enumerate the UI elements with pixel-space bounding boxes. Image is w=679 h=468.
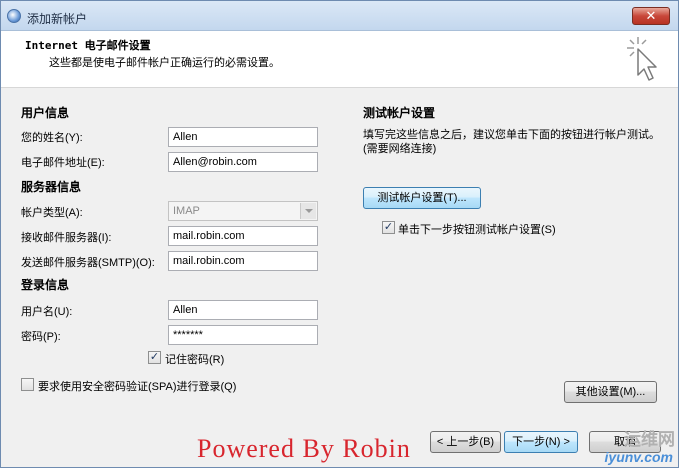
checkmark-icon: ✓ bbox=[383, 221, 394, 233]
user-info-heading: 用户信息 bbox=[21, 106, 70, 120]
incoming-server-input[interactable]: mail.robin.com bbox=[168, 226, 318, 246]
outgoing-server-input[interactable]: mail.robin.com bbox=[168, 251, 318, 271]
outlook-app-icon bbox=[7, 9, 21, 23]
next-button[interactable]: 下一步(N) > bbox=[504, 431, 578, 453]
account-type-select: IMAP bbox=[168, 201, 318, 221]
incoming-server-label: 接收邮件服务器(I): bbox=[21, 232, 112, 244]
header-title: Internet 电子邮件设置 bbox=[25, 39, 151, 52]
login-info-heading: 登录信息 bbox=[21, 278, 70, 292]
account-type-label: 帐户类型(A): bbox=[21, 207, 83, 219]
watermark-text: Powered By Robin bbox=[197, 434, 411, 463]
email-label: 电子邮件地址(E): bbox=[21, 157, 105, 169]
close-button[interactable]: ✕ bbox=[632, 7, 670, 25]
server-info-heading: 服务器信息 bbox=[21, 180, 82, 194]
checkmark-icon: ✓ bbox=[149, 351, 160, 363]
remember-password-checkbox[interactable]: ✓ bbox=[148, 351, 161, 364]
name-label: 您的姓名(Y): bbox=[21, 132, 83, 144]
username-label: 用户名(U): bbox=[21, 306, 73, 318]
test-settings-heading: 测试帐户设置 bbox=[363, 106, 436, 120]
password-input[interactable]: ******* bbox=[168, 325, 318, 345]
cursor-click-icon bbox=[627, 37, 657, 81]
site-logo-top: 运维网 bbox=[624, 430, 675, 449]
remember-password-label: 记住密码(R) bbox=[165, 354, 225, 366]
outgoing-server-label: 发送邮件服务器(SMTP)(O): bbox=[21, 257, 155, 269]
back-button[interactable]: < 上一步(B) bbox=[430, 431, 501, 453]
test-account-button[interactable]: 测试帐户设置(T)... bbox=[363, 187, 481, 209]
chevron-down-icon bbox=[300, 203, 316, 219]
auto-test-checkbox[interactable]: ✓ bbox=[382, 221, 395, 234]
email-input[interactable]: Allen@robin.com bbox=[168, 152, 318, 172]
add-account-dialog: 添加新帐户 ✕ Internet 电子邮件设置 这些都是使电子邮件帐户正确运行的… bbox=[0, 0, 679, 468]
title-bar: 添加新帐户 ✕ bbox=[1, 1, 678, 31]
username-input[interactable]: Allen bbox=[168, 300, 318, 320]
auto-test-label: 单击下一步按钮测试帐户设置(S) bbox=[398, 224, 556, 236]
spa-label: 要求使用安全密码验证(SPA)进行登录(Q) bbox=[38, 381, 237, 393]
test-settings-description: 填写完这些信息之后，建议您单击下面的按钮进行帐户测试。(需要网络连接) bbox=[363, 129, 660, 155]
header-subtitle: 这些都是使电子邮件帐户正确运行的必需设置。 bbox=[49, 57, 280, 69]
name-input[interactable]: Allen bbox=[168, 127, 318, 147]
password-label: 密码(P): bbox=[21, 331, 61, 343]
account-type-value: IMAP bbox=[173, 205, 200, 217]
window-title: 添加新帐户 bbox=[27, 12, 88, 26]
more-settings-button[interactable]: 其他设置(M)... bbox=[564, 381, 657, 403]
dialog-header: Internet 电子邮件设置 这些都是使电子邮件帐户正确运行的必需设置。 bbox=[1, 31, 678, 88]
site-logo: 运维网 iyunv.com bbox=[595, 421, 679, 467]
site-logo-bottom: iyunv.com bbox=[604, 449, 673, 465]
spa-checkbox[interactable] bbox=[21, 378, 34, 391]
